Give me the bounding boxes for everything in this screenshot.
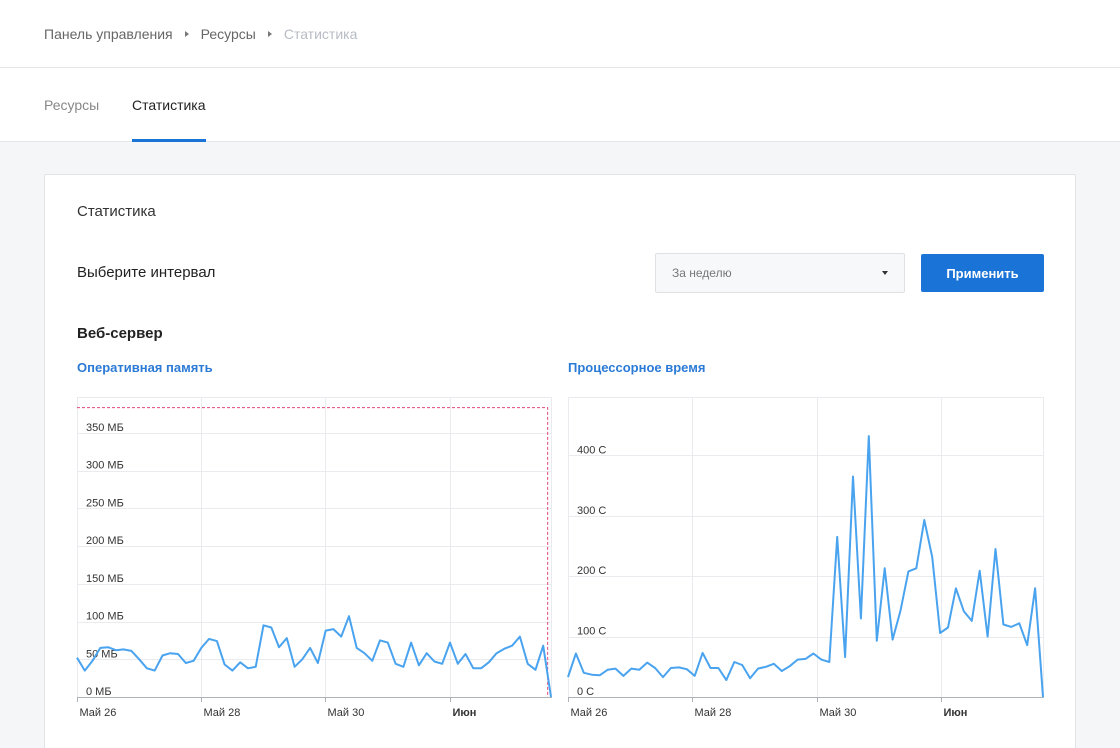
y-tick-label: 350 МБ [86,422,124,434]
y-tick-label: 100 С [577,626,606,638]
x-tick-label: Июн [944,707,968,719]
cpu-chart-title: Процессорное время [568,360,706,375]
breadcrumb: Панель управления Ресурсы Статистика [0,0,1120,68]
caret-down-icon [882,271,888,275]
cpu-chart: 0 С 100 С 200 С 300 С 400 С Май 26 Май 28 Май 3… [567,397,1044,719]
y-tick-label: 300 С [577,505,606,517]
breadcrumb-item-statistics: Статистика [283,25,358,42]
x-tick-label: Май 26 [80,707,117,719]
memory-chart-title: Оперативная память [77,360,213,375]
y-tick-label: 100 МБ [86,611,124,623]
y-tick-label: 300 МБ [86,460,124,472]
x-tick-label: Май 26 [571,707,608,719]
y-tick-label: 200 МБ [86,535,124,547]
series-line [76,615,552,698]
x-tick-label: Май 30 [820,707,857,719]
breadcrumb-item-dashboard[interactable]: Панель управления [44,26,173,42]
interval-label: Выберите интервал [77,264,216,281]
memory-chart: 0 МБ50 МБ100 МБ150 МБ200 МБ250 МБ300 МБ3… [76,397,552,719]
y-tick-label: 200 С [577,565,606,577]
breadcrumb-separator-icon [184,30,189,37]
breadcrumb-separator-icon [267,30,272,37]
apply-button[interactable]: Применить [921,254,1044,292]
x-tick-label: Май 28 [695,707,732,719]
x-tick-label: Май 28 [204,707,241,719]
card-title: Статистика [77,203,156,220]
y-tick-label: 150 МБ [86,573,124,585]
tab-bar: Ресурсы Статистика [0,68,1120,142]
y-tick-label: 250 МБ [86,497,124,509]
interval-select-value: За неделю [672,266,732,280]
section-title-web-server: Веб-сервер [77,325,163,342]
breadcrumb-item-resources[interactable]: Ресурсы [201,26,256,42]
y-tick-label: 400 С [577,444,606,456]
tab-statistics[interactable]: Статистика [132,68,206,142]
series-line [567,435,1044,698]
y-tick-label: 0 С [577,686,594,698]
x-tick-label: Июн [453,707,477,719]
y-tick-label: 0 МБ [86,686,112,698]
statistics-card: Статистика Выберите интервал За неделю П… [44,174,1076,748]
x-tick-label: Май 30 [328,707,365,719]
tab-resources[interactable]: Ресурсы [44,68,99,142]
interval-select[interactable]: За неделю [655,253,905,293]
